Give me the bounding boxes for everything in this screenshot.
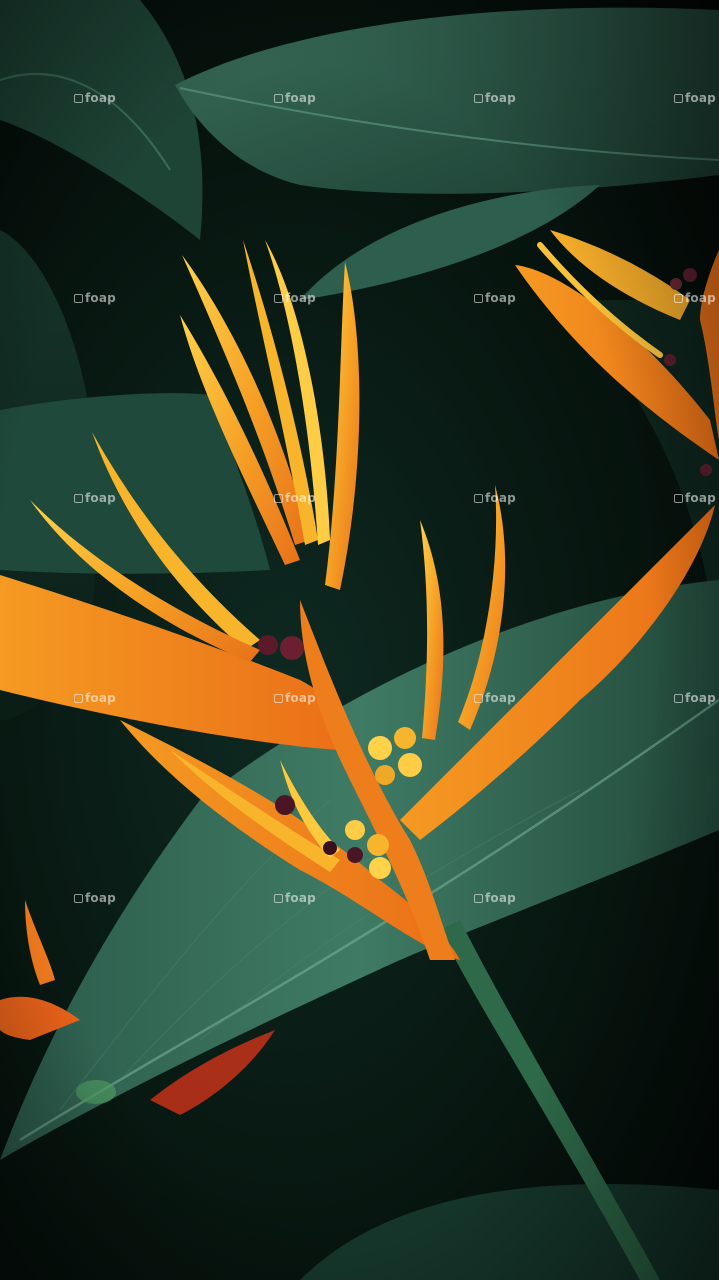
photo: foap foap foap foap foap foap foap foap … [0, 0, 719, 1280]
heliconia-photo [0, 0, 719, 1280]
